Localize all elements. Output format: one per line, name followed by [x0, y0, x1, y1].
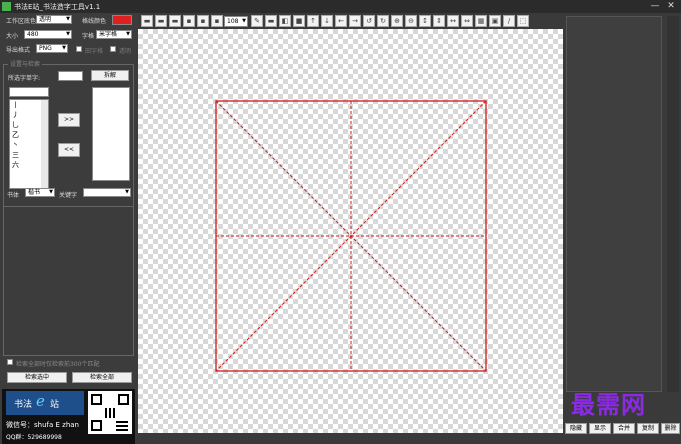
search-all-button[interactable]: 检索全部 [72, 372, 132, 383]
limit-checkbox[interactable] [7, 359, 13, 365]
layers-panel: 最需网 隐藏 显示 合并 复制 删除 [563, 13, 681, 434]
move-right-button[interactable]: >> [58, 113, 80, 127]
qq-text: QQ群：529689998 [6, 434, 62, 441]
transparent-label: 透明 [119, 48, 132, 55]
chevron-down-icon: ▼ [62, 45, 66, 51]
size-label: 大小 [6, 33, 19, 40]
rotate-ccw-icon[interactable]: ↺ [363, 15, 375, 27]
brush-icon[interactable]: ✎ [251, 15, 263, 27]
move-left-button[interactable]: << [58, 143, 80, 157]
zoom-in-icon[interactable]: ⊕ [391, 15, 403, 27]
stroke-filter-input[interactable] [9, 87, 49, 97]
app-icon [2, 2, 11, 11]
new-icon[interactable]: ▬ [141, 15, 153, 27]
export-format-select[interactable]: PNG ▼ [36, 44, 68, 53]
chevron-down-icon: ▼ [66, 16, 70, 22]
limit-label: 检索全部时仅检索前300个匹配 [16, 361, 100, 368]
grid-icon[interactable]: ▦ [475, 15, 487, 27]
open-icon[interactable]: ▬ [155, 15, 167, 27]
chevron-down-icon: ▼ [242, 18, 246, 24]
style-value: 楷书 [28, 189, 41, 196]
copy-button[interactable]: 复制 [637, 423, 659, 434]
tianzige-label: 田字格 [85, 48, 104, 55]
up-arrow-icon[interactable]: ↑ [307, 15, 319, 27]
keyword-select[interactable]: ▼ [83, 188, 131, 197]
zoom-select[interactable]: 108 ▼ [224, 16, 248, 27]
line-color-label: 格线颜色 [82, 18, 107, 25]
tianzige-checkbox[interactable] [76, 46, 82, 52]
grid-type-value: 米字格 [99, 31, 118, 38]
search-group-title: 设置与检索 [8, 59, 43, 68]
down-arrow-icon[interactable]: ↓ [321, 15, 333, 27]
zoom-out-icon[interactable]: ⊖ [405, 15, 417, 27]
brand-logo: 书法 e 站 [6, 391, 84, 415]
pen-icon[interactable]: / [503, 15, 515, 27]
close-button[interactable]: ✕ [664, 1, 678, 12]
size-value: 480 [27, 31, 39, 38]
export-icon[interactable]: ▪ [197, 15, 209, 27]
shrink-vertical-icon[interactable]: ⇕ [433, 15, 445, 27]
results-area [3, 206, 134, 356]
merge-button[interactable]: 合并 [613, 423, 635, 434]
transparent-checkbox[interactable] [110, 46, 116, 52]
zoom-value: 108 [227, 18, 239, 25]
logo-text: 书法 [14, 400, 33, 410]
list-scrollbar[interactable] [41, 100, 48, 188]
mizige-grid [215, 100, 487, 372]
save-icon[interactable]: ▬ [169, 15, 181, 27]
shrink-horizontal-icon[interactable]: ⇔ [461, 15, 473, 27]
stroke-list[interactable]: 丨 丿 乚 乙 丶 三 六 [9, 99, 49, 189]
bg-color-label: 工作区底色 [6, 18, 37, 25]
settings-panel: 工作区底色 透明 ▼ 格线颜色 大小 480 ▼ 字格 米字格 ▼ 导出格式 PNG ▼… [0, 13, 138, 444]
split-button[interactable]: 拆解 [91, 70, 129, 81]
line-color-swatch[interactable] [112, 15, 132, 25]
show-button[interactable]: 显示 [589, 423, 611, 434]
selected-list[interactable] [92, 87, 130, 181]
export-format-value: PNG [39, 45, 52, 52]
chevron-down-icon: ▼ [66, 31, 70, 37]
layer-icon[interactable]: ▪ [211, 15, 223, 27]
stop-icon[interactable]: ■ [293, 15, 305, 27]
right-arrow-icon[interactable]: → [349, 15, 361, 27]
style-select[interactable]: 楷书 ▼ [25, 188, 55, 197]
char-input[interactable] [58, 71, 83, 81]
flip-vertical-icon[interactable]: ↕ [419, 15, 431, 27]
bg-color-select[interactable]: 透明 ▼ [36, 15, 72, 24]
settings-icon[interactable]: ⬚ [517, 15, 529, 27]
wechat-text: 微信号：shufa E zhan [6, 421, 79, 429]
watermark: 最需网 [571, 390, 646, 419]
grid-label: 字格 [82, 33, 95, 40]
flip-horizontal-icon[interactable]: ↔ [447, 15, 459, 27]
keyword-label: 关键字 [59, 192, 78, 199]
size-select[interactable]: 480 ▼ [24, 30, 72, 39]
chevron-down-icon: ▼ [125, 189, 129, 195]
drawing-canvas[interactable] [138, 29, 563, 433]
fill-icon[interactable]: ◧ [279, 15, 291, 27]
rotate-cw-icon[interactable]: ↻ [377, 15, 389, 27]
search-selected-button[interactable]: 检索选中 [7, 372, 67, 383]
minimize-button[interactable]: — [648, 1, 662, 12]
promo-banner[interactable]: 书法 e 站 微信号：shufa E zhan QQ群：529689998 [2, 389, 135, 444]
image-icon[interactable]: ▪ [183, 15, 195, 27]
layers-list[interactable] [566, 16, 662, 392]
title-bar: 书法E站_书法造字工具v1.1 — ✕ [0, 0, 681, 13]
export-label: 导出格式 [6, 47, 31, 54]
qr-code [88, 391, 132, 434]
logo-suffix: 站 [50, 400, 60, 410]
left-arrow-icon[interactable]: ← [335, 15, 347, 27]
window-title: 书法E站_书法造字工具v1.1 [14, 3, 101, 11]
hide-button[interactable]: 隐藏 [565, 423, 587, 434]
chevron-down-icon: ▼ [49, 189, 53, 195]
toolbar: ▬ ▬ ▬ ▪ ▪ ▪ 108 ▼ ✎ ▬ ◧ ■ ↑ ↓ ← → ↺ ↻ ⊕ ⊖… [138, 13, 563, 29]
logo-e: e [36, 392, 45, 410]
panel-scrollbar[interactable] [667, 16, 679, 392]
bg-color-value: 透明 [39, 16, 52, 23]
eraser-icon[interactable]: ▣ [489, 15, 501, 27]
chevron-down-icon: ▼ [126, 31, 130, 37]
grid-type-select[interactable]: 米字格 ▼ [96, 30, 132, 39]
style-label: 书体 [7, 192, 20, 199]
delete-button[interactable]: 删除 [661, 423, 680, 434]
align-icon[interactable]: ▬ [265, 15, 277, 27]
char-label: 所选字单字: [8, 75, 41, 82]
